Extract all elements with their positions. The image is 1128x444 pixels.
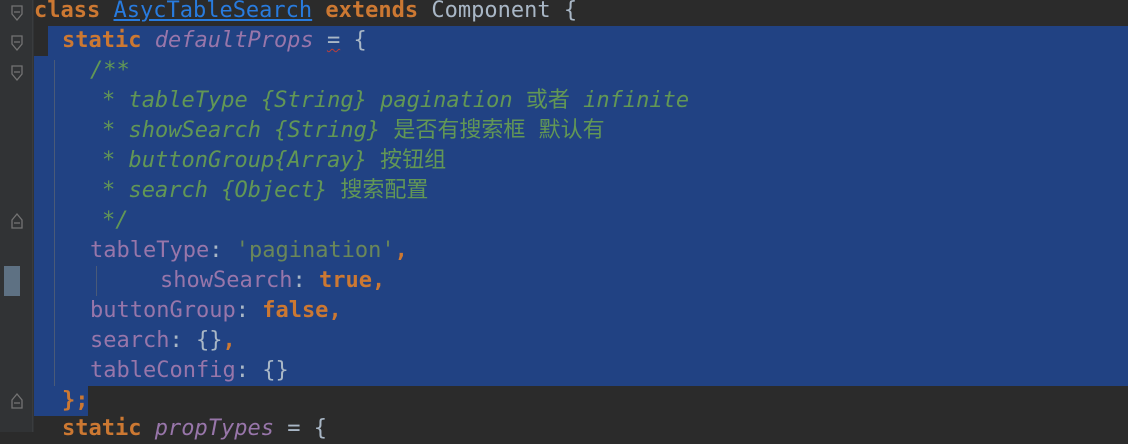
code-line-class-declaration: class AsycTableSearch extends Component …	[34, 0, 577, 26]
indent-guide	[96, 266, 97, 296]
comment-line: * showSearch {String} 是否有搜索框 默认有	[102, 116, 605, 146]
comment-line: * tableType {String} pagination 或者 infin…	[102, 86, 689, 116]
property-key: tableConfig	[90, 358, 236, 383]
code-line-default-props: static defaultProps = {	[62, 26, 367, 56]
comment-text: * search {Object}	[102, 178, 341, 203]
property-line: buttonGroup: false,	[90, 296, 342, 326]
comment-close: */	[102, 206, 129, 236]
property-colon: :	[235, 358, 263, 383]
property-key: buttonGroup	[90, 298, 236, 323]
property-colon: :	[169, 328, 196, 353]
trailing-comma: ,	[371, 268, 386, 293]
keyword: static	[62, 416, 142, 441]
comment-open: /**	[90, 56, 130, 86]
comment-text: 是否有搜索框 默认有	[393, 118, 605, 143]
comment-text: infinite	[569, 88, 690, 113]
property-value: false	[262, 298, 329, 323]
gutter-separator	[32, 0, 33, 432]
closing-brace: };	[62, 388, 89, 413]
fold-end-icon[interactable]	[10, 392, 24, 410]
indent-guide	[54, 60, 55, 386]
code-editor[interactable]: class AsycTableSearch extends Component …	[34, 0, 1128, 441]
property-key: showSearch	[160, 268, 293, 293]
comment-text: 按钮组	[380, 148, 447, 173]
comment-text: * showSearch {String}	[102, 118, 394, 143]
comment-text: * buttonGroup{Array}	[102, 148, 381, 173]
comment-text: */	[102, 208, 129, 233]
editor-gutter	[0, 0, 34, 432]
comment-text: 搜索配置	[340, 178, 429, 203]
keyword: class	[34, 0, 101, 23]
change-marker	[4, 266, 20, 296]
property-colon: :	[292, 268, 319, 293]
static-property: propTypes	[154, 416, 274, 441]
class-name-link[interactable]: AsycTableSearch	[113, 0, 312, 23]
comment-text: /**	[90, 58, 130, 83]
comment-line: * buttonGroup{Array} 按钮组	[102, 146, 446, 176]
comment-text: * tableType {String} pagination	[102, 88, 526, 113]
comment-text: 或者	[525, 88, 570, 113]
open-brace: {	[353, 28, 367, 53]
assignment-operator: =	[326, 28, 341, 53]
property-value: {}	[195, 328, 223, 353]
fold-collapse-icon[interactable]	[10, 64, 24, 82]
property-value: true	[318, 268, 372, 293]
fold-collapse-icon[interactable]	[10, 34, 24, 52]
comment-line: * search {Object} 搜索配置	[102, 176, 428, 206]
trailing-comma: ,	[328, 298, 342, 323]
property-key: search	[90, 328, 170, 353]
parent-class: Component {	[431, 0, 578, 23]
code-line-close: };	[62, 386, 89, 416]
property-value: {}	[262, 358, 289, 383]
property-key: tableType	[90, 238, 210, 263]
static-property: defaultProps	[154, 28, 314, 53]
assignment: = {	[273, 416, 327, 441]
property-line: tableConfig: {}	[90, 356, 289, 386]
fold-end-icon[interactable]	[10, 212, 24, 230]
trailing-comma: ,	[222, 328, 236, 353]
keyword: extends	[325, 0, 419, 23]
trailing-comma: ,	[394, 238, 408, 263]
property-value: 'pagination'	[235, 238, 395, 263]
property-colon: :	[209, 238, 236, 263]
property-line: search: {},	[90, 326, 236, 356]
fold-collapse-icon[interactable]	[10, 4, 24, 22]
property-line: showSearch: true,	[160, 266, 385, 296]
keyword: static	[62, 28, 142, 53]
property-colon: :	[235, 298, 263, 323]
code-line-prop-types: static propTypes = {	[62, 414, 327, 444]
property-line: tableType: 'pagination',	[90, 236, 408, 266]
